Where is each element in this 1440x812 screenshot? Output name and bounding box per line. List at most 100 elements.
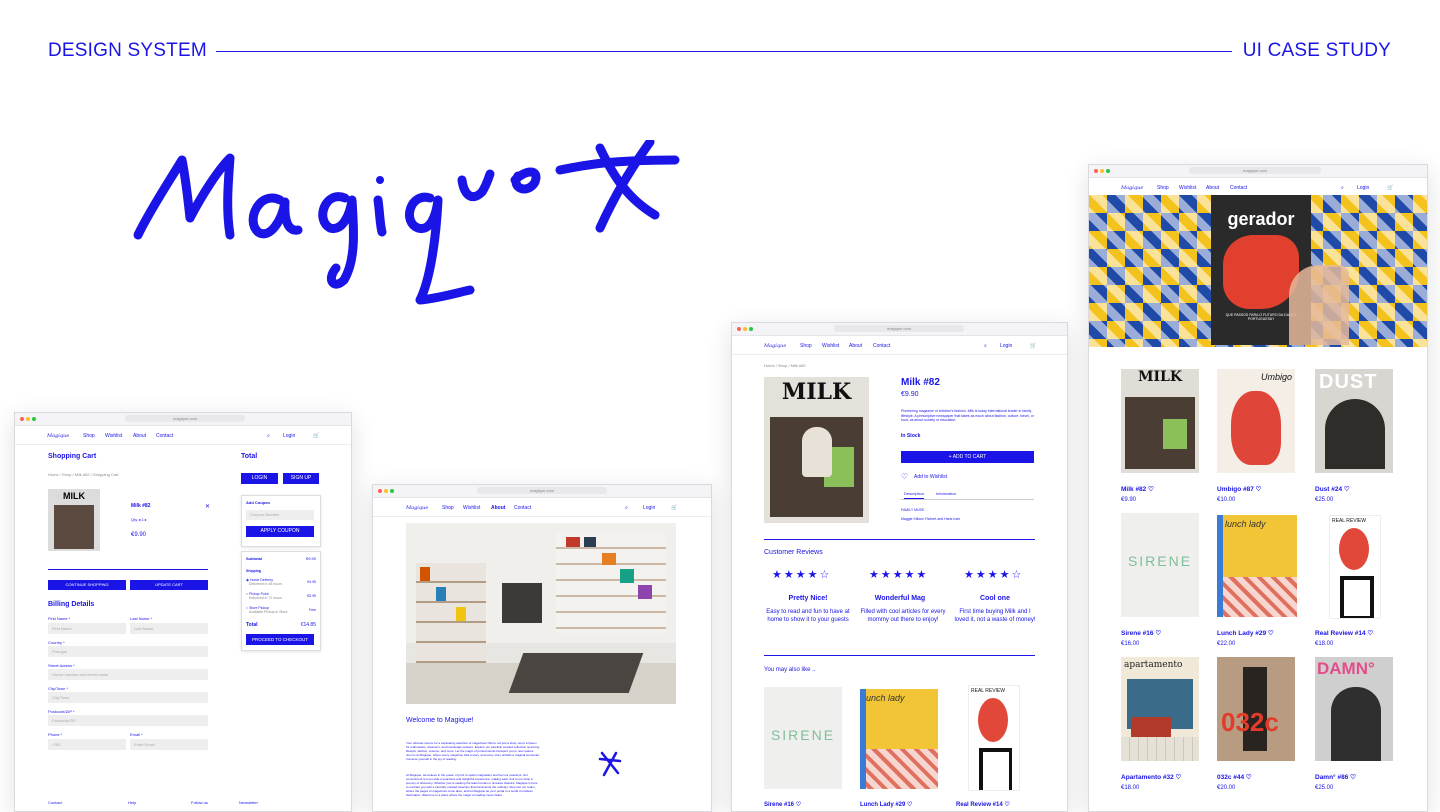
related-cover-sirene[interactable]: SIRENE (764, 687, 842, 789)
footer-contact[interactable]: Contact (48, 800, 62, 805)
phone-field[interactable]: +351 (48, 739, 126, 750)
nav-about[interactable]: About (491, 505, 505, 511)
footer-follow[interactable]: Follow us (191, 800, 208, 805)
product-cover-sirene[interactable]: SIRENE (1121, 513, 1199, 617)
url-bar[interactable]: magique.com (1189, 167, 1321, 174)
product-title-5[interactable]: Lunch Lady #29 ♡ (1217, 629, 1274, 637)
update-cart-button[interactable]: UPDATE CART (130, 580, 208, 590)
related-cover-real-review[interactable]: REAL REVIEW (968, 685, 1020, 791)
nav-shop[interactable]: Shop (800, 343, 812, 349)
nav-about[interactable]: About (1206, 185, 1219, 191)
related-cover-lunch-lady[interactable]: lunch lady (860, 689, 938, 789)
nav-contact[interactable]: Contact (873, 343, 890, 349)
nav-login[interactable]: Login (283, 433, 295, 439)
nav-logo[interactable]: Magique (764, 343, 786, 349)
cart-icon[interactable]: 🛒 (1387, 185, 1393, 191)
checkout-button[interactable]: PROCEED TO CHECKOUT (246, 634, 314, 645)
cart-item-title[interactable]: Milk #82 (131, 503, 150, 509)
nav-about[interactable]: About (849, 343, 862, 349)
product-cover-dust[interactable]: DUST (1315, 369, 1393, 473)
product-cover-milk[interactable]: MILK (1121, 369, 1199, 473)
ship-option-store[interactable]: ○ Store Pickup Available Pickup in Store (246, 606, 288, 614)
product-title-6[interactable]: Real Review #14 ♡ (1315, 629, 1373, 637)
product-price-2: €10.00 (1217, 497, 1236, 503)
footer-newsletter[interactable]: Newsletter (239, 800, 258, 805)
add-to-cart-button[interactable]: + ADD TO CART (901, 451, 1034, 463)
breadcrumb[interactable]: Home / Shop / Milk #82 / Shopping Cart (48, 472, 118, 477)
related-title-2[interactable]: Lunch Lady #29 ♡ (860, 801, 912, 808)
product-price-9: €25.00 (1315, 785, 1334, 791)
product-cover-real-review[interactable]: REAL REVIEW (1329, 515, 1381, 619)
breadcrumb[interactable]: Home / Shop / Milk #82 (764, 363, 806, 368)
nav-wishlist[interactable]: Wishlist (463, 505, 480, 511)
tab-information[interactable]: Information (936, 491, 956, 496)
street-field[interactable]: House number and street name (48, 669, 208, 680)
ship-option-pickup[interactable]: ○ Pickup Point Delivered in 72 hours (246, 592, 282, 600)
cart-icon[interactable]: 🛒 (313, 433, 319, 439)
product-cover-lunch-lady[interactable]: lunch lady (1217, 515, 1297, 617)
search-icon[interactable]: ⌕ (984, 343, 987, 349)
product-title-4[interactable]: Sirene #16 ♡ (1121, 629, 1161, 637)
country-select[interactable]: Portugal (48, 646, 208, 657)
cart-icon[interactable]: 🛒 (1030, 343, 1036, 349)
first-name-field[interactable]: First Name (48, 623, 126, 634)
nav-login[interactable]: Login (1000, 343, 1012, 349)
product-title-8[interactable]: 032c #44 ♡ (1217, 773, 1252, 781)
heart-icon[interactable]: ♡ (901, 472, 908, 481)
review-1-title: Pretty Nice! (788, 595, 828, 602)
qty-stepper[interactable]: Qty ◂ 1 ▸ (131, 517, 147, 522)
url-bar[interactable]: magique.com (125, 415, 245, 422)
footer-help[interactable]: Help (128, 800, 136, 805)
product-cover-apartamento[interactable]: apartamento (1121, 657, 1199, 761)
nav-about[interactable]: About (133, 433, 146, 439)
product-title-3[interactable]: Dust #24 ♡ (1315, 485, 1350, 493)
add-to-wishlist-link[interactable]: Add to Wishlist (914, 474, 947, 480)
product-title-1[interactable]: Milk #82 ♡ (1121, 485, 1154, 493)
city-field[interactable]: City/Town (48, 692, 208, 703)
nav-wishlist[interactable]: Wishlist (822, 343, 839, 349)
review-3-title: Cool one (980, 595, 1010, 602)
product-price-8: €20.00 (1217, 785, 1236, 791)
related-title-1[interactable]: Sirene #16 ♡ (764, 801, 801, 808)
url-bar[interactable]: magique.com (834, 325, 964, 332)
nav-wishlist[interactable]: Wishlist (105, 433, 122, 439)
nav-shop[interactable]: Shop (83, 433, 95, 439)
remove-item-icon[interactable]: ✕ (205, 503, 210, 510)
nav-contact[interactable]: Contact (1230, 185, 1247, 191)
nav-login[interactable]: Login (643, 505, 655, 511)
nav-logo[interactable]: Magique (1121, 185, 1143, 191)
search-icon[interactable]: ⌕ (625, 505, 628, 511)
nav-logo[interactable]: Magique (406, 505, 428, 511)
continue-shopping-button[interactable]: CONTINUE SHOPPING (48, 580, 126, 590)
nav-shop[interactable]: Shop (1157, 185, 1169, 191)
hero-banner[interactable]: gerador QUE PASSOS PARA O FUTURO DA DANÇ… (1089, 195, 1427, 347)
product-cover-umbigo[interactable]: Umbigo (1217, 369, 1295, 473)
product-cover-damn[interactable]: DAMN° (1315, 657, 1393, 761)
login-button[interactable]: LOGIN (241, 473, 278, 484)
signup-button[interactable]: SIGN UP (283, 473, 319, 484)
url-bar[interactable]: magique.com (477, 487, 607, 494)
nav-wishlist[interactable]: Wishlist (1179, 185, 1196, 191)
search-icon[interactable]: ⌕ (267, 433, 270, 439)
ship-option-home[interactable]: ◉ Home Delivery Delivered in 48 hours (246, 578, 282, 586)
search-icon[interactable]: ⌕ (1341, 185, 1344, 191)
product-cover-032c[interactable]: 032c (1217, 657, 1295, 761)
product-title-7[interactable]: Apartamento #32 ♡ (1121, 773, 1181, 781)
last-name-label: Last Name * (130, 616, 153, 621)
cart-icon[interactable]: 🛒 (671, 505, 677, 511)
review-1-body: Easy to read and fun to have at home to … (766, 609, 850, 623)
coupon-field[interactable]: Coupon Number (246, 510, 314, 520)
apply-coupon-button[interactable]: APPLY COUPON (246, 526, 314, 537)
product-title-9[interactable]: Damn° #86 ♡ (1315, 773, 1356, 781)
last-name-field[interactable]: Last Name (130, 623, 208, 634)
postcode-field[interactable]: Postcode/ZIP (48, 715, 208, 726)
email-field[interactable]: Enter Email (130, 739, 208, 750)
tab-description[interactable]: Description (904, 491, 925, 499)
related-title-3[interactable]: Real Review #14 ♡ (956, 801, 1010, 808)
nav-contact[interactable]: Contact (156, 433, 173, 439)
nav-shop[interactable]: Shop (442, 505, 454, 511)
product-title-2[interactable]: Umbigo #87 ♡ (1217, 485, 1261, 493)
nav-logo[interactable]: Magique (47, 433, 69, 439)
nav-contact[interactable]: Contact (514, 505, 531, 511)
nav-login[interactable]: Login (1357, 185, 1369, 191)
